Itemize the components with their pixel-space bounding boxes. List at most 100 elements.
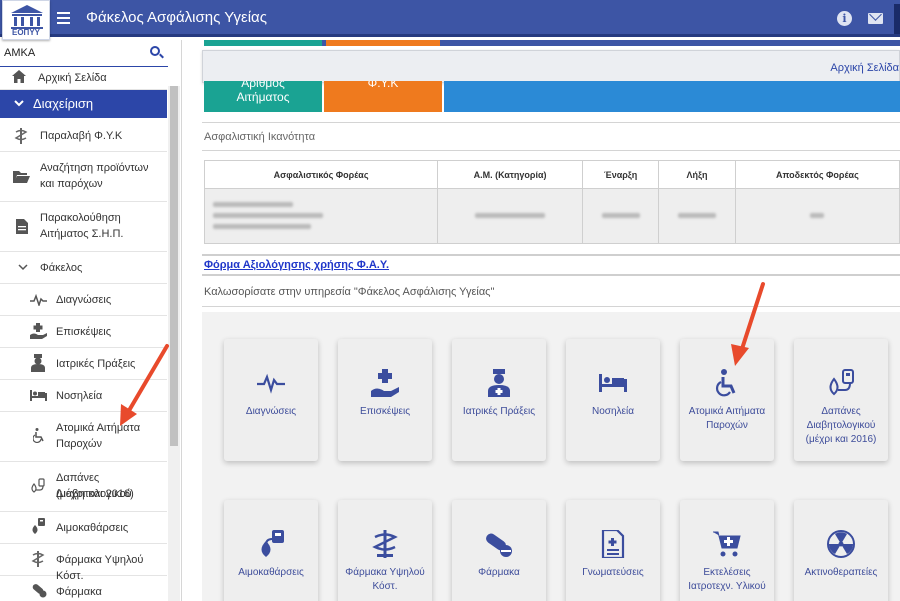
sidebar-item-medical-acts[interactable]: Ιατρικές Πράξεις — [0, 348, 167, 380]
tile-label: Δαπάνες Διαβητολογικού (μέχρι και 2016) — [805, 406, 877, 445]
sidebar-item-diabetes-costs[interactable]: Δαπάνες Διαβητολογικού (μέχρι και 2016) — [0, 462, 167, 512]
dialysis-icon — [261, 530, 284, 557]
chevron-down-icon — [14, 100, 24, 107]
status-tile-request[interactable]: Αριθμός Αιτήματος — [204, 81, 322, 112]
tile-medical-opinions[interactable]: Γνωματεύσεις — [566, 500, 660, 601]
column-header: Λήξη — [658, 160, 736, 189]
sidebar-item-label: Παραλαβή Φ.Υ.Κ — [40, 130, 123, 142]
status-strip — [204, 40, 900, 46]
scrollbar-thumb[interactable] — [170, 86, 178, 446]
caduceus-icon — [31, 551, 45, 567]
tile-diabetes-costs[interactable]: Δαπάνες Διαβητολογικού (μέχρι και 2016) — [794, 339, 888, 461]
amka-search[interactable]: ΑΜΚΑ — [0, 44, 168, 67]
pills-icon — [486, 533, 512, 557]
sidebar-item-label-line2: Παροχών — [56, 438, 102, 450]
tile-label: Φάρμακα Υψηλού Κόστ. — [345, 567, 425, 592]
sidebar-item-home[interactable]: Αρχική Σελίδα — [0, 66, 167, 90]
sidebar-item-drugs[interactable]: Φάρμακα — [0, 576, 167, 601]
user-nurse-icon — [31, 354, 45, 372]
sidebar-item-individual-requests[interactable]: Ατομικά Αιτήματα Παροχών — [0, 412, 167, 462]
sidebar-item-label-line2: (μέχρι και 2016) — [56, 488, 134, 500]
sidebar-item-search-products[interactable]: Αναζήτηση προϊόντων και παρόχων — [0, 152, 167, 202]
sidebar-item-high-cost-drugs[interactable]: Φάρμακα Υψηλού Κόστ. — [0, 544, 167, 582]
tile-hospitalization[interactable]: Νοσηλεία — [566, 339, 660, 461]
pills-icon — [32, 584, 47, 598]
caduceus-icon — [372, 530, 398, 558]
bed-icon — [599, 374, 627, 392]
divider — [202, 122, 900, 123]
insurance-capacity-title: Ασφαλιστική Ικανότητα — [204, 131, 316, 143]
divider — [202, 274, 900, 276]
search-icon[interactable] — [150, 46, 164, 60]
blurred-cell — [203, 188, 439, 244]
tile-label: Αιμοκαθάρσεις — [238, 567, 304, 578]
tile-dialysis[interactable]: Αιμοκαθάρσεις — [224, 500, 318, 601]
diabetes-icon — [31, 478, 45, 493]
sidebar-item-label-line2: Αιτήματος Σ.Η.Π. — [40, 228, 124, 240]
assessment-form-link[interactable]: Φόρμα Αξιολόγησης χρήσης Φ.Α.Υ. — [204, 259, 389, 271]
logo-text: ΕΟΠΥΥ — [11, 28, 40, 37]
blurred-cell — [581, 188, 660, 244]
status-tile-blue[interactable] — [444, 81, 900, 112]
tile-label: Φάρμακα — [478, 567, 520, 578]
tile-visits[interactable]: Επισκέψεις — [338, 339, 432, 461]
tile-label: Ακτινοθεραπείες — [804, 567, 878, 578]
tile-label: Διαγνώσεις — [245, 406, 297, 417]
cart-medical-icon — [713, 531, 741, 557]
breadcrumb: Αρχική Σελίδα — [202, 50, 900, 83]
status-tile-line1: Αριθμός — [241, 81, 285, 90]
sidebar-item-hospitalization[interactable]: Νοσηλεία — [0, 380, 167, 412]
tile-label: Νοσηλεία — [592, 406, 634, 417]
status-tile-fyk[interactable]: Φ.Υ.Κ — [324, 81, 442, 112]
amka-input-label: ΑΜΚΑ — [4, 47, 36, 59]
wheelchair-icon — [716, 369, 736, 397]
tile-individual-requests[interactable]: Ατομικά Αιτήματα Παροχών — [680, 339, 774, 461]
hand-holding-medical-icon — [371, 369, 399, 397]
top-app-bar: Φάκελος Ασφάλισης Υγείας i — [0, 0, 900, 37]
sidebar-item-visits[interactable]: Επισκέψεις — [0, 316, 167, 348]
tile-drugs[interactable]: Φάρμακα — [452, 500, 546, 601]
eopyy-logo[interactable]: ΕΟΠΥΥ — [2, 0, 50, 40]
divider — [202, 306, 900, 307]
sidebar-item-label: Αρχική Σελίδα — [38, 72, 107, 84]
sidebar-item-track-request[interactable]: Παρακολούθηση Αιτήματος Σ.Η.Π. — [0, 202, 167, 252]
sidebar-item-label: Ιατρικές Πράξεις — [56, 358, 136, 370]
tile-medical-supplies[interactable]: Εκτελέσεις Ιατροτεχν. Υλικού — [680, 500, 774, 601]
sidebar-item-folder[interactable]: Φάκελος — [0, 252, 167, 284]
tile-diagnoses[interactable]: Διαγνώσεις — [224, 339, 318, 461]
menu-icon[interactable] — [57, 12, 70, 24]
divider — [202, 254, 900, 256]
blurred-cell — [437, 188, 583, 244]
column-header: Ασφαλιστικός Φορέας — [203, 160, 439, 189]
mail-icon[interactable] — [868, 13, 883, 24]
blurred-cell — [658, 188, 736, 244]
folder-open-icon — [13, 171, 30, 183]
dialysis-icon — [32, 518, 45, 534]
sidebar-item-label: Νοσηλεία — [56, 390, 103, 402]
radiation-icon — [827, 530, 855, 558]
document-icon — [16, 219, 28, 234]
wheelchair-icon — [33, 428, 44, 443]
tile-medical-acts[interactable]: Ιατρικές Πράξεις — [452, 339, 546, 461]
breadcrumb-home-link[interactable]: Αρχική Σελίδα — [830, 62, 899, 74]
info-icon[interactable]: i — [837, 11, 852, 26]
main-content: Αρχική Σελίδα Αριθμός Αιτήματος Φ.Υ.Κ Ασ… — [182, 40, 900, 601]
insurance-table: Ασφαλιστικός Φορέας Α.Μ. (Κατηγορία) Ένα… — [203, 160, 900, 244]
sidebar-item-dialysis[interactable]: Αιμοκαθάρσεις — [0, 512, 167, 544]
sidebar-scrollbar[interactable] — [168, 86, 180, 601]
table-row — [203, 188, 900, 244]
tile-radiotherapy[interactable]: Ακτινοθεραπείες — [794, 500, 888, 601]
chevron-down-icon — [18, 264, 28, 271]
sidebar-item-label: Παρακολούθηση — [40, 212, 121, 224]
table-header-row: Ασφαλιστικός Φορέας Α.Μ. (Κατηγορία) Ένα… — [203, 160, 900, 189]
sidebar-item-label: Αναζήτηση προϊόντων — [40, 162, 149, 174]
diabetes-icon — [829, 369, 854, 396]
status-tile-line2: Αιτήματος — [236, 90, 290, 104]
sidebar-item-diagnoses[interactable]: Διαγνώσεις — [0, 284, 167, 316]
tile-label: Επισκέψεις — [359, 406, 411, 417]
sidebar-item-receive-fyk[interactable]: Παραλαβή Φ.Υ.Κ — [0, 120, 167, 152]
status-tiles: Αριθμός Αιτήματος Φ.Υ.Κ — [204, 81, 900, 112]
column-header: Αποδεκτός Φορέας — [734, 160, 900, 189]
tile-high-cost-drugs[interactable]: Φάρμακα Υψηλού Κόστ. — [338, 500, 432, 601]
sidebar-item-management[interactable]: Διαχείριση — [0, 90, 167, 118]
